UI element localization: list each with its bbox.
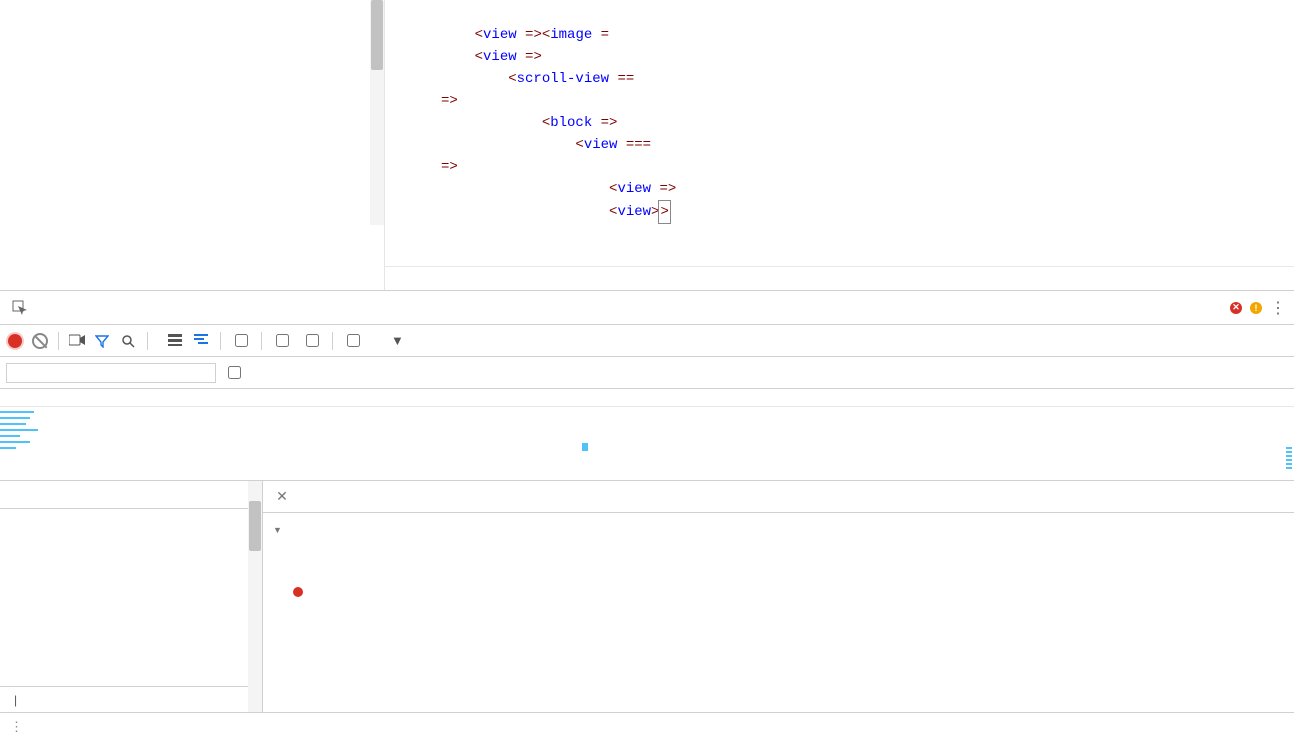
close-detail-icon[interactable]: ✕ [269, 481, 295, 512]
warning-count[interactable]: ! [1250, 302, 1264, 314]
throttle-select[interactable]: ▼ [373, 333, 404, 348]
drawer-kebab-icon[interactable]: ⋮ [10, 719, 25, 735]
network-timeline[interactable] [0, 389, 1294, 481]
view-list-icon[interactable] [168, 334, 184, 348]
network-filter-bar [0, 357, 1294, 389]
request-status-bar: | [0, 686, 262, 712]
record-button[interactable] [8, 334, 22, 348]
hide-data-urls-checkbox[interactable] [224, 363, 244, 382]
network-toolbar: ▼ [0, 325, 1294, 357]
request-list: | [0, 481, 263, 712]
search-icon[interactable] [121, 334, 137, 348]
devtools-tabs: ✕ ! ⋮ [0, 291, 1294, 325]
preserve-log-checkbox[interactable] [272, 331, 292, 350]
filter-input[interactable] [6, 363, 216, 383]
request-list-scrollbar[interactable] [248, 481, 262, 712]
status-code-row [287, 583, 1284, 599]
referrer-policy-row [287, 623, 1284, 639]
request-list-header[interactable] [0, 481, 262, 509]
disable-cache-checkbox[interactable] [302, 331, 322, 350]
file-tree [0, 0, 385, 290]
filter-icon[interactable] [95, 334, 111, 348]
kebab-icon[interactable]: ⋮ [1270, 298, 1286, 318]
group-by-frame-checkbox[interactable] [231, 331, 251, 350]
status-dot-icon [293, 587, 303, 597]
offline-checkbox[interactable] [343, 331, 363, 350]
request-method-row [287, 563, 1284, 579]
devtools-panel: ✕ ! ⋮ ▼ [0, 290, 1294, 740]
inspect-icon[interactable] [6, 291, 34, 324]
error-count[interactable]: ✕ [1230, 302, 1244, 314]
general-section-header[interactable] [273, 525, 1284, 535]
tree-scrollbar[interactable] [370, 0, 384, 225]
drawer-bar[interactable]: ⋮ [0, 712, 1294, 740]
request-url-row [287, 543, 1284, 559]
view-frames-icon[interactable] [194, 334, 210, 348]
code-editor: <view =><image = <view => <scroll-view =… [385, 0, 1294, 290]
remote-address-row [287, 603, 1284, 619]
code-content[interactable]: <view =><image = <view => <scroll-view =… [429, 0, 1294, 266]
clear-button[interactable] [32, 333, 48, 349]
line-gutter [385, 0, 429, 266]
request-detail-panel: ✕ [263, 481, 1294, 712]
editor-status-bar [385, 266, 1294, 290]
camera-icon[interactable] [69, 334, 85, 348]
